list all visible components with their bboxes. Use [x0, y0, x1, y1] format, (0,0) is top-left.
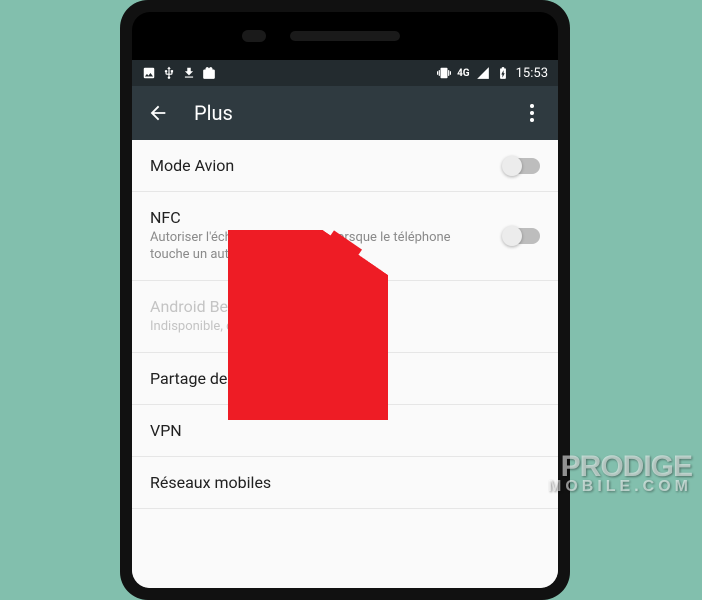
phone-speaker-row — [132, 12, 558, 60]
phone-frame: 4G 15:53 Plus Mode Avion — [120, 0, 570, 600]
store-icon — [202, 66, 216, 80]
android-screen: 4G 15:53 Plus Mode Avion — [132, 60, 558, 588]
row-title: Mode Avion — [150, 156, 492, 175]
sensor — [242, 30, 266, 42]
more-vert-icon — [530, 104, 534, 108]
earpiece — [290, 31, 400, 41]
row-title: Android Beam — [150, 297, 540, 316]
image-icon — [142, 66, 156, 80]
clock: 15:53 — [516, 66, 548, 81]
row-mobile-networks[interactable]: Réseaux mobiles — [132, 457, 558, 509]
settings-list: Mode Avion NFC Autoriser l'échange de do… — [132, 140, 558, 588]
row-title: Réseaux mobiles — [150, 473, 540, 492]
nfc-toggle[interactable] — [504, 228, 540, 244]
vibrate-icon — [437, 66, 451, 80]
overflow-menu-button[interactable] — [520, 101, 544, 125]
app-bar: Plus — [132, 86, 558, 140]
network-type: 4G — [457, 68, 470, 79]
status-bar: 4G 15:53 — [132, 60, 558, 86]
row-airplane-mode[interactable]: Mode Avion — [132, 140, 558, 192]
phone-inner: 4G 15:53 Plus Mode Avion — [132, 12, 558, 588]
page-title: Plus — [194, 101, 496, 125]
signal-icon — [476, 66, 490, 80]
row-nfc[interactable]: NFC Autoriser l'échange de données lorsq… — [132, 192, 558, 281]
watermark-line2: MOBILE.COM — [548, 480, 692, 494]
row-title: Partage de connexion — [150, 369, 540, 388]
row-android-beam: Android Beam Indisponible, car la NFC es… — [132, 281, 558, 353]
row-subtitle: Autoriser l'échange de données lorsque l… — [150, 230, 492, 264]
airplane-toggle[interactable] — [504, 158, 540, 174]
row-title: VPN — [150, 421, 540, 440]
row-tethering[interactable]: Partage de connexion — [132, 353, 558, 405]
row-vpn[interactable]: VPN — [132, 405, 558, 457]
usb-icon — [162, 66, 176, 80]
back-button[interactable] — [146, 101, 170, 125]
arrow-back-icon — [147, 102, 169, 124]
battery-icon — [496, 66, 510, 80]
watermark: PRODIGE MOBILE.COM — [548, 453, 692, 494]
watermark-line1: PRODIGE — [548, 453, 692, 480]
row-title: NFC — [150, 208, 492, 227]
row-subtitle: Indisponible, car la NFC est désactivée — [150, 319, 540, 336]
download-icon — [182, 66, 196, 80]
